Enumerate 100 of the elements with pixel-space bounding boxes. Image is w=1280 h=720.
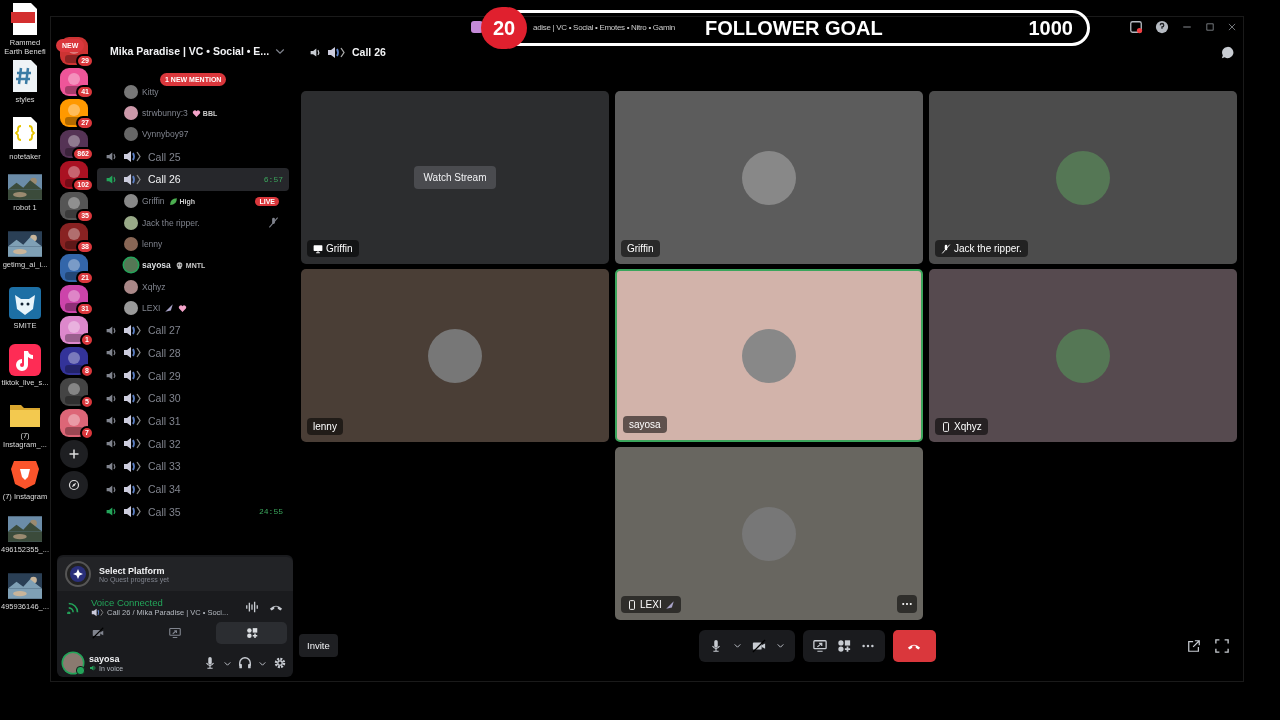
video-tile[interactable]: Watch Stream Griffin: [301, 91, 609, 264]
phone-icon: [941, 421, 951, 432]
headphones-icon[interactable]: [238, 656, 252, 670]
chat-icon[interactable]: [1220, 44, 1235, 60]
voice-channel[interactable]: Call 33: [97, 455, 289, 478]
screen-icon: [313, 243, 323, 254]
user-name[interactable]: Xqhyz: [142, 281, 166, 292]
plus-icon: [68, 448, 80, 460]
call-timer: 6:57: [263, 174, 283, 184]
lion-app-icon: [10, 458, 40, 490]
heart-icon: [191, 108, 201, 118]
bear-app-icon: [9, 287, 41, 319]
video-tile[interactable]: Jack the ripper.: [929, 91, 1237, 264]
video-tile[interactable]: sayosa: [615, 269, 923, 442]
participant-name: Xqhyz: [954, 421, 982, 432]
voice-channel[interactable]: Call 27: [97, 318, 289, 342]
goal-label: FOLLOWER GOAL: [705, 16, 883, 40]
user-name[interactable]: lenny: [142, 239, 163, 249]
phone-icon: [627, 599, 637, 610]
quest-icon: [65, 561, 91, 587]
voice-channel[interactable]: Call 25: [97, 145, 289, 168]
share-screen-icon[interactable]: [812, 638, 827, 653]
voice-status: Voice Connected: [91, 597, 164, 608]
voice-channel[interactable]: Call 32: [97, 432, 289, 455]
speaker-icon: [123, 505, 143, 519]
channel-title: Call 26: [352, 46, 386, 58]
settings-icon[interactable]: [273, 656, 287, 670]
participant-name: lenny: [313, 421, 337, 432]
server-icon[interactable]: [60, 254, 88, 282]
server-icon[interactable]: [60, 192, 88, 220]
server-name[interactable]: Mika Paradise | VC • Social • E...: [110, 45, 270, 57]
invite-button[interactable]: Invite: [299, 634, 338, 657]
inbox-icon[interactable]: [1129, 20, 1143, 34]
compass-icon: [68, 479, 80, 491]
video-tile[interactable]: Griffin: [615, 91, 923, 264]
server-icon: [471, 21, 483, 33]
window-title: adise | VC • Social • Emotes • Nitro • Gamin: [533, 22, 675, 32]
discover-button[interactable]: [60, 471, 88, 499]
user-name[interactable]: LEXI: [142, 303, 161, 314]
video-tile[interactable]: lenny: [301, 269, 609, 442]
speaker-icon: [123, 482, 143, 496]
watch-stream-button[interactable]: Watch Stream: [413, 166, 497, 189]
participant-name: sayosa: [629, 419, 661, 430]
maximize-icon[interactable]: [1205, 22, 1215, 32]
soundboard-icon[interactable]: [245, 600, 259, 614]
avatar: [1056, 150, 1110, 205]
activities-button[interactable]: [216, 622, 287, 644]
note-app-icon: [9, 344, 41, 376]
speaker-icon: [123, 323, 143, 337]
participant-name: Griffin: [627, 243, 654, 254]
voice-channel[interactable]: Call 29: [97, 364, 289, 387]
speaker-icon: [123, 346, 143, 360]
speaker-icon: [327, 45, 347, 59]
server-icon[interactable]: [60, 409, 88, 437]
leaf-icon: [168, 196, 178, 206]
share-screen-icon: [169, 627, 181, 639]
microphone-icon[interactable]: [203, 656, 217, 670]
add-server-button[interactable]: [60, 440, 88, 468]
server-icon[interactable]: [60, 316, 88, 344]
follower-count: 20: [481, 7, 527, 49]
user-name[interactable]: Vynnyboy97: [142, 129, 189, 140]
voice-channel[interactable]: Call 28: [97, 341, 289, 365]
voice-channel[interactable]: Call 30: [97, 386, 289, 410]
avatar: [742, 150, 796, 205]
user-name[interactable]: sayosa: [142, 260, 171, 271]
disconnect-button[interactable]: [892, 629, 936, 662]
help-icon[interactable]: [1155, 20, 1169, 34]
camera-off-icon[interactable]: [751, 638, 766, 653]
chevron-icon[interactable]: [732, 641, 742, 650]
user-name[interactable]: Kitty: [142, 86, 159, 97]
server-icon[interactable]: [60, 223, 88, 251]
voice-channel[interactable]: Call 26 6:57: [97, 167, 289, 191]
chevron-icon[interactable]: [775, 641, 785, 650]
call-timer: 24:55: [259, 507, 283, 517]
user-name[interactable]: Griffin: [142, 196, 165, 207]
voice-channel[interactable]: Call 34: [97, 477, 289, 501]
avatar: [742, 328, 796, 383]
speaker-icon: [123, 150, 143, 163]
user-name[interactable]: Jack the ripper.: [142, 217, 200, 228]
video-tile[interactable]: LEXI: [615, 447, 923, 620]
close-icon[interactable]: [1227, 22, 1237, 32]
speaker-icon: [123, 459, 143, 473]
voice-channel[interactable]: Call 35 24:55: [97, 500, 289, 524]
server-icon[interactable]: [60, 99, 88, 127]
voice-channel[interactable]: Call 31: [97, 409, 289, 433]
shapes-icon[interactable]: [836, 638, 851, 653]
feather-icon: [164, 303, 175, 314]
fullscreen-icon[interactable]: [1215, 638, 1229, 653]
server-icon[interactable]: [60, 285, 88, 313]
goal-target: 1000: [1028, 16, 1073, 40]
pdf-file-icon: [10, 2, 40, 36]
video-tile[interactable]: Xqhyz: [929, 269, 1237, 442]
camera-off-icon: [92, 627, 105, 639]
pop-out-icon[interactable]: [1187, 638, 1201, 653]
server-icon[interactable]: [60, 68, 88, 96]
user-name[interactable]: strwbunny:3: [142, 108, 188, 119]
more-button[interactable]: [897, 595, 917, 613]
heart-icon: [178, 303, 188, 313]
skull-icon: [174, 260, 184, 270]
quest-title[interactable]: Select Platform: [99, 565, 170, 576]
